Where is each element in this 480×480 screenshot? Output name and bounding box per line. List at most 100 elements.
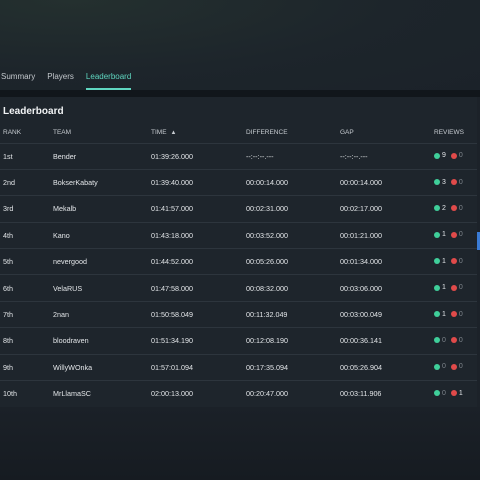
thumbs-down-dot-icon[interactable] <box>450 205 457 212</box>
time-cell: 01:44:52.000 <box>148 248 243 275</box>
column-header-difference: DIFFERENCE <box>246 129 288 137</box>
reviews-cell: 20 <box>431 195 477 223</box>
review-counts: 00 <box>434 337 466 344</box>
section-divider <box>0 90 480 97</box>
thumbs-up-dot-icon[interactable] <box>434 205 440 212</box>
thumbs-up-dot-icon[interactable] <box>434 337 440 344</box>
team-cell: BokserKabaty <box>50 168 148 196</box>
thumbs-up-dot-icon[interactable] <box>434 363 440 370</box>
time-cell: 02:00:13.000 <box>148 380 243 407</box>
thumbs-down-dot-icon[interactable] <box>450 152 457 159</box>
thumbs-down-dot-icon[interactable] <box>450 179 457 186</box>
table-header-row: RANK TEAM TIME ▲ DIFFERENCE GAP REVIEWS <box>0 123 477 143</box>
reviews-cell: 10 <box>431 221 477 249</box>
table-row[interactable]: 9th WillyWOnka 01:57:01.094 00:17:35.094 00:… <box>0 353 477 381</box>
table-row[interactable]: 7th 2nan 01:50:58.049 00:11:32.049 00:03:00.… <box>0 300 477 328</box>
downvote-count: 0 <box>458 336 463 344</box>
downvote-count: 0 <box>458 178 463 186</box>
upvote-count: 1 <box>442 231 446 239</box>
rank-cell: 3rd <box>0 195 50 223</box>
table-row[interactable]: 4th Kano 01:43:18.000 00:03:52.000 00:01:21.… <box>0 221 477 249</box>
gap-cell: 00:03:11.906 <box>337 380 431 407</box>
team-cell: 2nan <box>50 300 148 328</box>
upvote-count: 3 <box>442 178 446 186</box>
downvote-count: 0 <box>458 204 463 212</box>
team-cell: bloodraven <box>50 327 148 355</box>
upvote-count: 1 <box>442 257 446 265</box>
thumbs-down-dot-icon[interactable] <box>450 337 457 344</box>
tab-summary[interactable]: Summary <box>0 62 35 90</box>
tab-bar: Summary Players Leaderboard <box>0 62 480 90</box>
table-row[interactable]: 6th VelaRUS 01:47:58.000 00:08:32.000 00:03:… <box>0 274 477 302</box>
table-row[interactable]: 1st Bender 01:39:26.000 --:--:--.--- --:--:-… <box>0 142 477 170</box>
gap-cell: 00:03:06.000 <box>337 274 431 302</box>
rank-cell: 2nd <box>0 168 50 196</box>
column-header-time-label: TIME <box>151 129 167 137</box>
thumbs-down-dot-icon[interactable] <box>450 311 457 318</box>
reviews-cell: 10 <box>431 300 477 328</box>
difference-cell: 00:17:35.094 <box>243 353 337 381</box>
thumbs-up-dot-icon[interactable] <box>434 179 440 186</box>
column-header-time[interactable]: TIME ▲ <box>148 123 243 143</box>
review-counts: 90 <box>434 152 466 159</box>
difference-cell: 00:12:08.190 <box>243 327 337 355</box>
thumbs-up-dot-icon[interactable] <box>434 258 440 265</box>
time-cell: 01:51:34.190 <box>148 327 243 355</box>
downvote-count: 0 <box>458 363 463 371</box>
review-counts: 10 <box>434 231 466 238</box>
upvote-count: 0 <box>442 389 446 397</box>
reviews-cell: 01 <box>431 380 477 407</box>
reviews-cell: 90 <box>431 142 477 170</box>
table-body: 1st Bender 01:39:26.000 --:--:--.--- --:--:-… <box>0 142 477 407</box>
table-row[interactable]: 5th nevergood 01:44:52.000 00:05:26.000 00:0… <box>0 248 477 275</box>
time-cell: 01:41:57.000 <box>148 195 243 223</box>
rank-cell: 6th <box>0 274 50 302</box>
review-counts: 20 <box>434 205 466 212</box>
difference-cell: 00:02:31.000 <box>243 195 337 223</box>
thumbs-down-dot-icon[interactable] <box>450 231 457 238</box>
thumbs-up-dot-icon[interactable] <box>434 311 440 318</box>
gap-cell: 00:01:21.000 <box>337 221 431 249</box>
thumbs-down-dot-icon[interactable] <box>450 363 457 370</box>
upvote-count: 9 <box>442 152 446 160</box>
time-cell: 01:57:01.094 <box>148 353 243 381</box>
upvote-count: 0 <box>442 363 446 371</box>
gap-cell: 00:03:00.049 <box>337 300 431 328</box>
gap-cell: 00:00:14.000 <box>337 168 431 196</box>
time-cell: 01:50:58.049 <box>148 300 243 328</box>
team-cell: VelaRUS <box>50 274 148 302</box>
column-header-team: TEAM <box>53 129 72 137</box>
leaderboard-table: RANK TEAM TIME ▲ DIFFERENCE GAP REVIEWS 1… <box>0 123 477 407</box>
downvote-count: 0 <box>458 152 463 160</box>
footer-background <box>0 407 480 480</box>
thumbs-down-dot-icon[interactable] <box>450 258 457 265</box>
thumbs-down-dot-icon[interactable] <box>450 284 457 291</box>
rank-cell: 5th <box>0 248 50 275</box>
table-row[interactable]: 3rd Mekalb 01:41:57.000 00:02:31.000 00:02:1… <box>0 195 477 223</box>
team-cell: WillyWOnka <box>50 353 148 381</box>
difference-cell: 00:00:14.000 <box>243 168 337 196</box>
time-cell: 01:47:58.000 <box>148 274 243 302</box>
tab-leaderboard[interactable]: Leaderboard <box>85 62 132 90</box>
time-cell: 01:43:18.000 <box>148 221 243 249</box>
upvote-count: 2 <box>442 204 446 212</box>
thumbs-up-dot-icon[interactable] <box>434 284 440 291</box>
thumbs-up-dot-icon[interactable] <box>434 152 440 159</box>
reviews-cell: 30 <box>431 168 477 196</box>
review-counts: 10 <box>434 284 466 291</box>
leaderboard-panel: Leaderboard RANK TEAM TIME ▲ DIFFERENCE G… <box>0 97 477 407</box>
table-row[interactable]: 10th MrLlamaSC 02:00:13.000 00:20:47.000 00:… <box>0 380 477 407</box>
rank-cell: 9th <box>0 353 50 381</box>
tab-players[interactable]: Players <box>47 62 74 90</box>
gap-cell: 00:05:26.904 <box>337 353 431 381</box>
gap-cell: 00:02:17.000 <box>337 195 431 223</box>
downvote-count: 0 <box>458 257 463 265</box>
table-row[interactable]: 2nd BokserKabaty 01:39:40.000 00:00:14.000 0… <box>0 168 477 196</box>
difference-cell: --:--:--.--- <box>243 142 337 170</box>
rank-cell: 1st <box>0 142 50 170</box>
thumbs-up-dot-icon[interactable] <box>434 390 440 397</box>
thumbs-down-dot-icon[interactable] <box>450 390 457 397</box>
reviews-cell: 10 <box>431 248 477 275</box>
thumbs-up-dot-icon[interactable] <box>434 231 440 238</box>
table-row[interactable]: 8th bloodraven 01:51:34.190 00:12:08.190 00:… <box>0 327 477 355</box>
